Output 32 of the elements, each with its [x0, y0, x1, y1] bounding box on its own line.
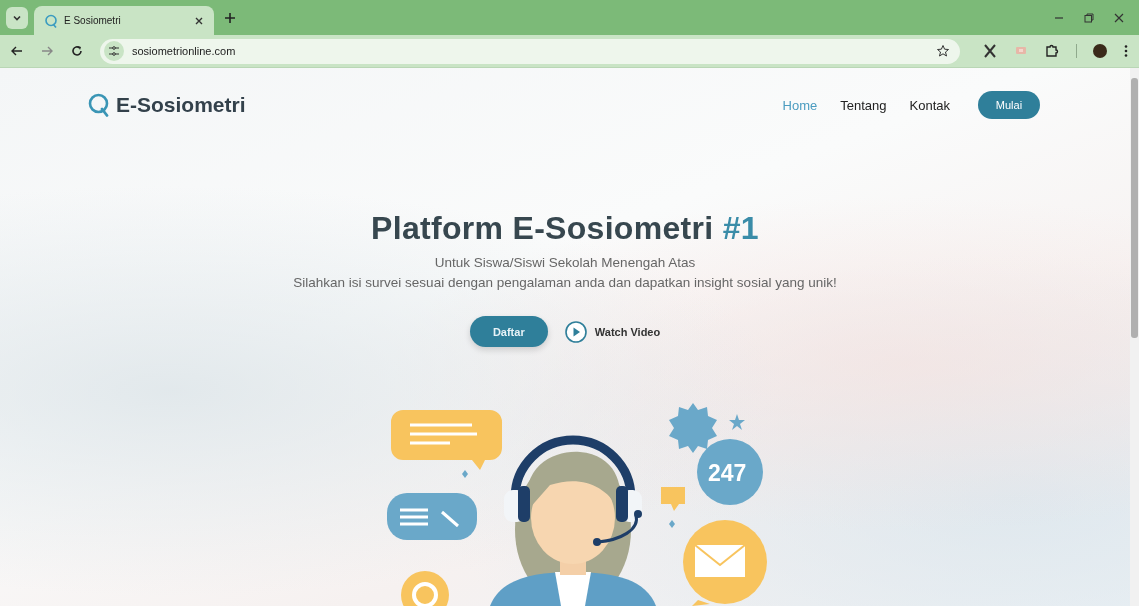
- back-icon[interactable]: [10, 44, 24, 58]
- forward-icon[interactable]: [40, 44, 54, 58]
- hero-subtitle: Untuk Siswa/Siswi Sekolah Menengah Atas: [434, 255, 696, 270]
- close-icon[interactable]: [1113, 11, 1125, 24]
- menu-icon[interactable]: [1123, 44, 1129, 58]
- bookmark-star-icon[interactable]: [936, 44, 950, 58]
- watch-video-link[interactable]: Watch Video: [594, 325, 661, 338]
- tab-title: E Sosiometri: [64, 15, 122, 26]
- restore-icon[interactable]: [1083, 11, 1095, 24]
- scrollbar-thumb[interactable]: [1131, 78, 1138, 338]
- nav-link[interactable]: Tentang: [840, 97, 887, 113]
- new-tab-icon[interactable]: [224, 11, 236, 24]
- puzzle-icon[interactable]: [1044, 43, 1060, 59]
- x-extension-icon[interactable]: [982, 43, 998, 59]
- nav-link[interactable]: Kontak: [909, 97, 950, 113]
- hero-description: Silahkan isi survei sesuai dengan pengalaman anda dan dapatkan insight sosial yang unik!: [293, 275, 837, 290]
- brand-name: E-Sosiometri: [116, 93, 246, 117]
- reload-icon[interactable]: [70, 44, 84, 58]
- tab-list-button[interactable]: [6, 6, 28, 29]
- profile-avatar-icon[interactable]: [1093, 44, 1107, 58]
- play-icon[interactable]: [564, 320, 587, 343]
- q-logo-icon: [44, 13, 58, 28]
- counter-badge-text: 247: [708, 460, 747, 487]
- address-bar[interactable]: sosiometrionline.com: [100, 38, 960, 64]
- browser-tab[interactable]: E Sosiometri: [34, 6, 214, 35]
- start-button[interactable]: Mulai: [978, 91, 1040, 119]
- register-button[interactable]: Daftar: [469, 316, 548, 347]
- close-icon[interactable]: [194, 15, 204, 26]
- hero-title: Platform E-Sosiometri #1: [371, 210, 759, 247]
- q-logo-icon: [88, 93, 110, 117]
- site-settings-icon[interactable]: [104, 41, 124, 61]
- url-text: sosiometrionline.com: [132, 45, 237, 57]
